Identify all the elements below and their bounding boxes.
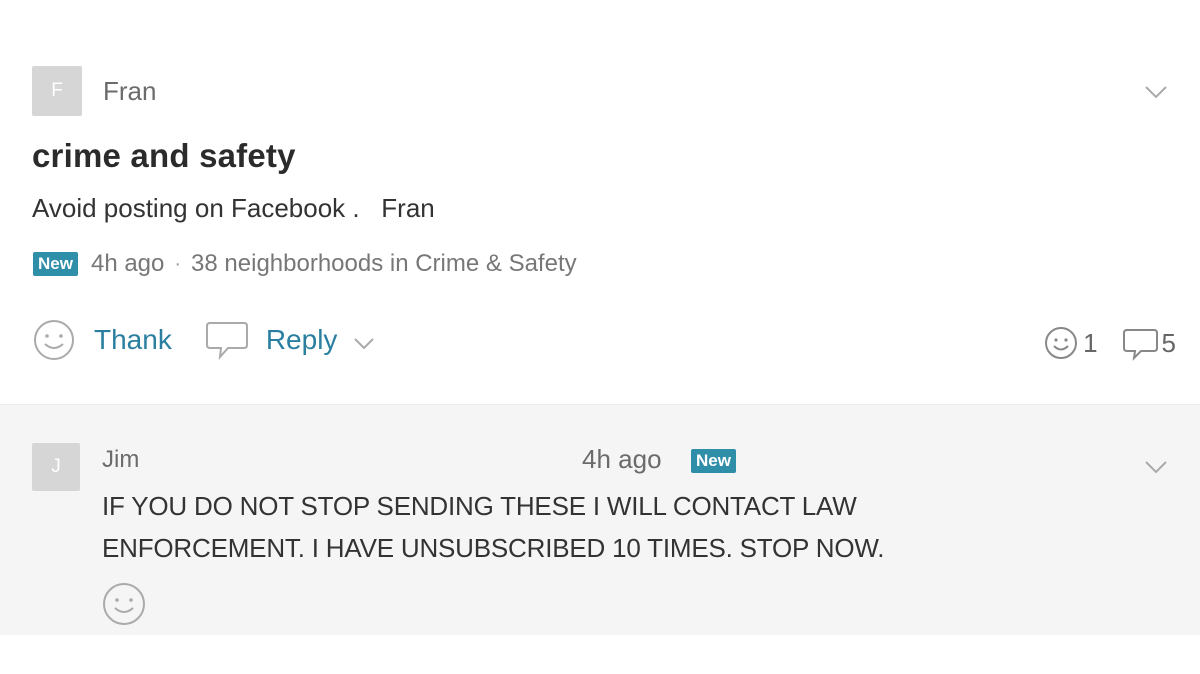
avatar-initial: J xyxy=(51,456,61,477)
smiley-icon[interactable] xyxy=(101,581,147,627)
chevron-down-icon xyxy=(354,338,375,350)
speech-bubble-icon[interactable] xyxy=(1122,325,1160,361)
post-actions: Thank Reply xyxy=(32,318,377,362)
avatar[interactable]: F xyxy=(32,66,82,116)
reaction-counts: 1 5 xyxy=(1043,325,1176,361)
speech-bubble-icon xyxy=(205,322,248,361)
new-badge: New xyxy=(33,252,78,276)
reply-author-name[interactable]: Jim xyxy=(102,446,139,474)
meta-separator: · xyxy=(174,252,182,275)
post-meta: New 4h ago · 38 neighborhoods in Crime &… xyxy=(33,250,577,278)
post-time[interactable]: 4h ago xyxy=(91,250,164,278)
new-badge: New xyxy=(691,449,736,473)
post-title[interactable]: crime and safety xyxy=(32,137,296,175)
reply-count[interactable]: 5 xyxy=(1162,328,1176,359)
reply-time[interactable]: 4h ago xyxy=(582,444,662,475)
smiley-icon[interactable] xyxy=(1043,325,1079,361)
reply-label: Reply xyxy=(265,324,338,355)
audience-link[interactable]: 38 neighborhoods in Crime & Safety xyxy=(191,250,577,278)
avatar-initial: F xyxy=(51,80,63,101)
thank-button[interactable]: Thank xyxy=(32,318,172,362)
chevron-down-icon[interactable] xyxy=(1143,84,1169,100)
thank-label: Thank xyxy=(94,324,172,355)
post-body: Avoid posting on Facebook . Fran xyxy=(32,193,435,223)
chevron-down-icon[interactable] xyxy=(1143,459,1169,475)
smiley-icon xyxy=(34,320,74,360)
reply-button[interactable]: Reply xyxy=(204,318,378,362)
avatar[interactable]: J xyxy=(32,443,80,491)
reply-text: IF YOU DO NOT STOP SENDING THESE I WILL … xyxy=(102,491,885,563)
author-name[interactable]: Fran xyxy=(103,76,156,107)
post-card: F Fran crime and safety Avoid posting on… xyxy=(0,0,1200,404)
thank-count[interactable]: 1 xyxy=(1083,328,1097,359)
